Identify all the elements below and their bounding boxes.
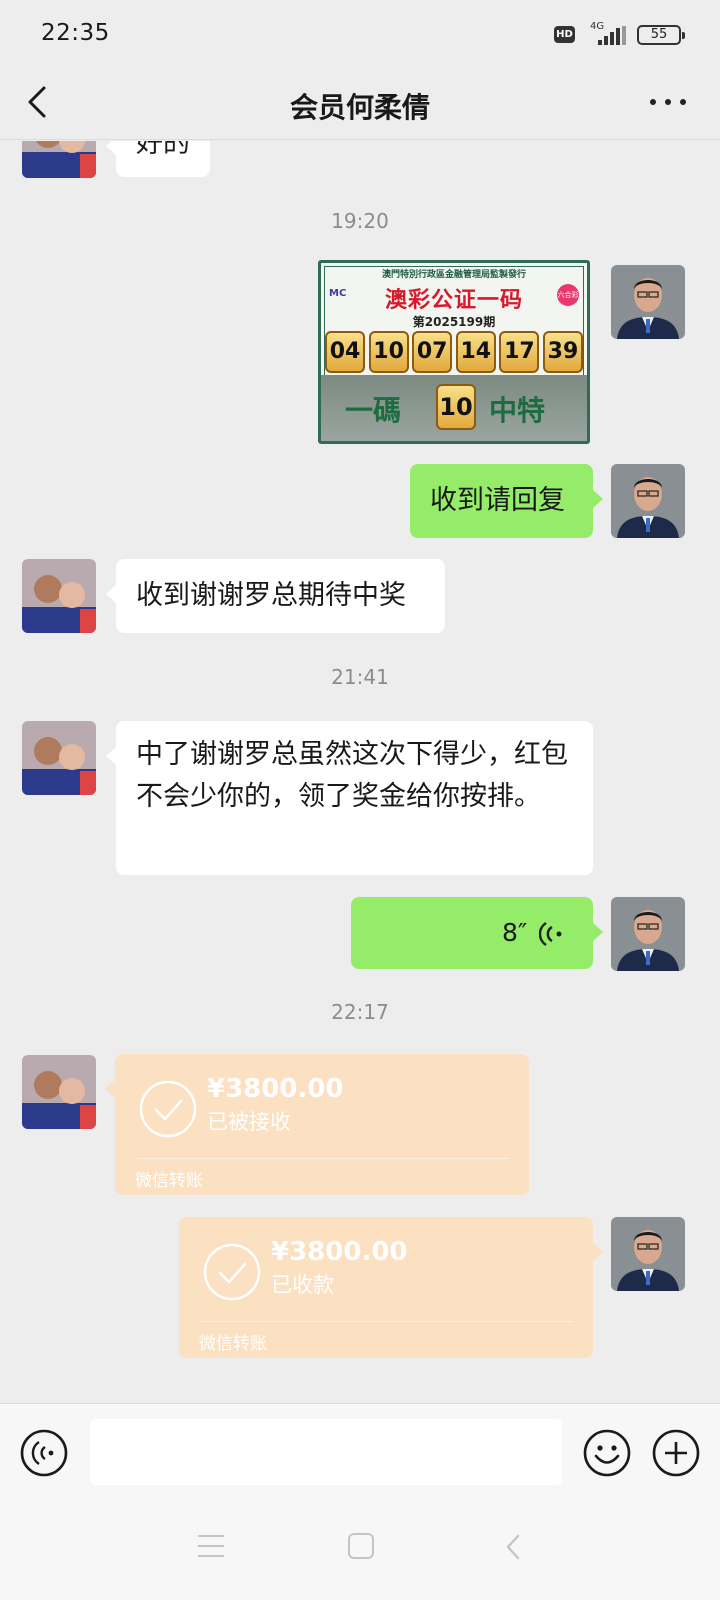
lottery-top-text: 澳門特別行政區金融管理局監製發行 <box>381 270 526 280</box>
message-text: 中了谢谢罗总虽然这次下得少，红包不会少你的，领了奖金给你按排。 <box>136 739 568 812</box>
emoji-button[interactable] <box>583 1429 631 1477</box>
transfer-card-outgoing[interactable]: ¥3800.00 已收款 微信转账 <box>179 1217 603 1358</box>
lottery-issue: 第2025199期 <box>412 315 496 329</box>
check-icon <box>139 1080 197 1138</box>
my-avatar[interactable] <box>611 265 685 339</box>
more-functions-button[interactable] <box>652 1429 700 1477</box>
contact-avatar[interactable] <box>22 559 96 633</box>
contact-avatar[interactable] <box>22 141 96 178</box>
back-icon[interactable] <box>24 84 54 120</box>
message-list[interactable]: 好的 19:20 澳門特別行政區金融管理局監製發行 MC 澳彩公证一码 六合彩 … <box>0 141 720 1403</box>
chat-header: 会员何柔倩 <box>0 66 720 140</box>
status-bar: 22:35 HD 4G 55 <box>0 0 720 66</box>
transfer-label: 微信转账 <box>135 1171 203 1191</box>
lottery-image[interactable]: 澳門特別行政區金融管理局監製發行 MC 澳彩公证一码 六合彩 第2025199期… <box>318 260 590 444</box>
battery-icon: 55 <box>637 25 685 45</box>
hd-icon: HD <box>554 26 575 43</box>
message-bubble-incoming[interactable]: 收到谢谢罗总期待中奖 <box>106 559 445 633</box>
lottery-logo-right: 六合彩 <box>557 284 579 306</box>
transfer-label: 微信转账 <box>199 1334 267 1354</box>
input-bar <box>0 1403 720 1495</box>
lottery-bottom-left: 一碼 <box>345 394 402 427</box>
chat-title: 会员何柔倩 <box>289 91 430 124</box>
back-nav-icon[interactable] <box>503 1533 523 1561</box>
lottery-number: 39 <box>542 331 583 373</box>
emoji-icon <box>583 1429 631 1477</box>
transfer-amount: ¥3800.00 <box>271 1237 408 1267</box>
lottery-number: 04 <box>325 331 365 373</box>
message-bubble-outgoing[interactable]: 收到请回复 <box>410 464 603 538</box>
check-icon <box>203 1243 261 1301</box>
menu-nav-icon[interactable] <box>198 1535 224 1557</box>
lottery-bottom: 一碼 10 中特 <box>321 375 587 441</box>
voice-input-button[interactable] <box>20 1429 68 1477</box>
contact-avatar[interactable] <box>22 1055 96 1129</box>
lottery-bottom-right: 中特 <box>489 394 546 427</box>
divider <box>135 1158 509 1159</box>
voice-wave-icon <box>539 921 562 947</box>
transfer-status: 已收款 <box>271 1273 334 1297</box>
more-icon[interactable] <box>648 90 688 114</box>
contact-avatar[interactable] <box>22 721 96 795</box>
my-avatar[interactable] <box>611 897 685 971</box>
lottery-number: 07 <box>412 331 453 373</box>
plus-icon <box>652 1429 700 1477</box>
lottery-number: 14 <box>455 331 496 373</box>
transfer-card-incoming[interactable]: ¥3800.00 已被接收 微信转账 <box>105 1054 529 1195</box>
message-input[interactable] <box>90 1419 562 1485</box>
lottery-title: 澳彩公证一码 <box>384 287 523 313</box>
transfer-status: 已被接收 <box>207 1110 291 1134</box>
message-text: 收到谢谢罗总期待中奖 <box>136 580 406 611</box>
timestamp: 21:41 <box>331 665 389 689</box>
divider <box>199 1321 573 1322</box>
timestamp: 22:17 <box>331 1000 389 1024</box>
lottery-special-number: 10 <box>436 384 476 430</box>
voice-duration: 8″ <box>502 918 528 947</box>
home-nav-icon[interactable] <box>348 1533 374 1559</box>
voice-icon <box>20 1429 68 1477</box>
lottery-numbers: 04 10 07 14 17 39 <box>325 331 583 373</box>
system-nav-bar <box>0 1495 720 1600</box>
lottery-number: 17 <box>499 331 540 373</box>
lottery-number: 10 <box>368 331 409 373</box>
signal-icon <box>598 26 626 45</box>
voice-message-bubble[interactable]: 8″ <box>351 897 603 969</box>
message-text: 收到请回复 <box>430 485 565 516</box>
message-bubble-incoming[interactable]: 中了谢谢罗总虽然这次下得少，红包不会少你的，领了奖金给你按排。 <box>106 721 593 875</box>
message-text: 好的 <box>136 141 190 159</box>
message-bubble-incoming[interactable]: 好的 <box>106 141 210 177</box>
my-avatar[interactable] <box>611 1217 685 1291</box>
timestamp: 19:20 <box>331 209 389 233</box>
status-time: 22:35 <box>41 20 110 46</box>
transfer-amount: ¥3800.00 <box>207 1074 344 1104</box>
my-avatar[interactable] <box>611 464 685 538</box>
